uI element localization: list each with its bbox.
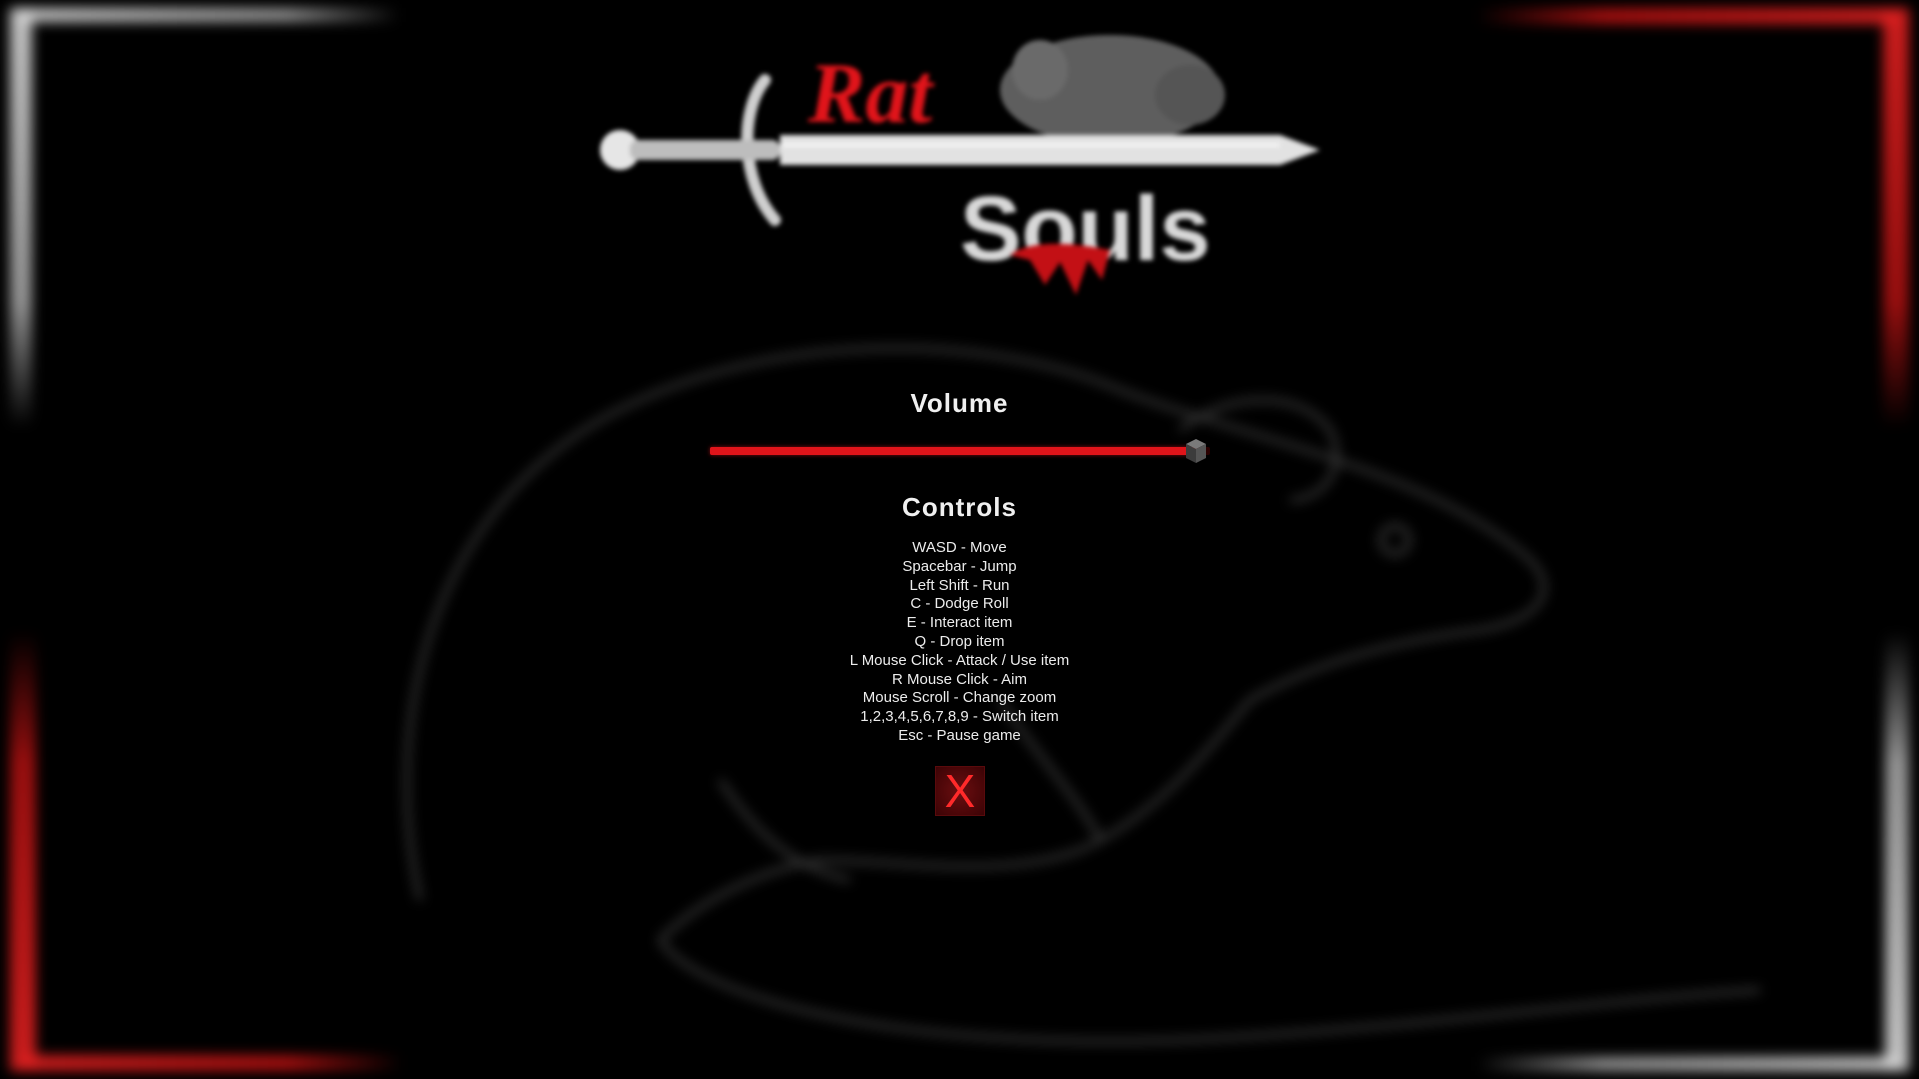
close-button[interactable]: X xyxy=(935,766,985,816)
volume-slider[interactable] xyxy=(710,436,1210,466)
control-item: Spacebar - Jump xyxy=(902,557,1017,575)
volume-slider-handle[interactable] xyxy=(1182,436,1210,466)
volume-slider-fill xyxy=(710,447,1196,455)
control-item: E - Interact item xyxy=(906,614,1013,632)
controls-list: WASD - Move Spacebar - Jump Left Shift - R… xyxy=(0,539,1919,746)
control-item: Esc - Pause game xyxy=(898,726,1021,744)
close-icon: X xyxy=(944,765,976,817)
control-item: WASD - Move xyxy=(912,539,1007,556)
control-item: Mouse Scroll - Change zoom xyxy=(862,689,1057,707)
options-panel: Volume Controls WASD - Move Spacebar - Ju… xyxy=(0,0,1919,1079)
control-item: 1,2,3,4,5,6,7,8,9 - Switch item xyxy=(860,708,1059,726)
control-item: R Mouse Click - Aim xyxy=(891,670,1028,688)
controls-title: Controls xyxy=(902,492,1017,522)
control-item: L Mouse Click - Attack / Use item xyxy=(849,651,1070,669)
volume-title: Volume xyxy=(910,388,1009,418)
cube-handle-icon xyxy=(1186,439,1206,463)
control-item: Q - Drop item xyxy=(914,632,1005,650)
control-item: C - Dodge Roll xyxy=(910,595,1009,613)
control-item: Left Shift - Run xyxy=(909,576,1010,594)
